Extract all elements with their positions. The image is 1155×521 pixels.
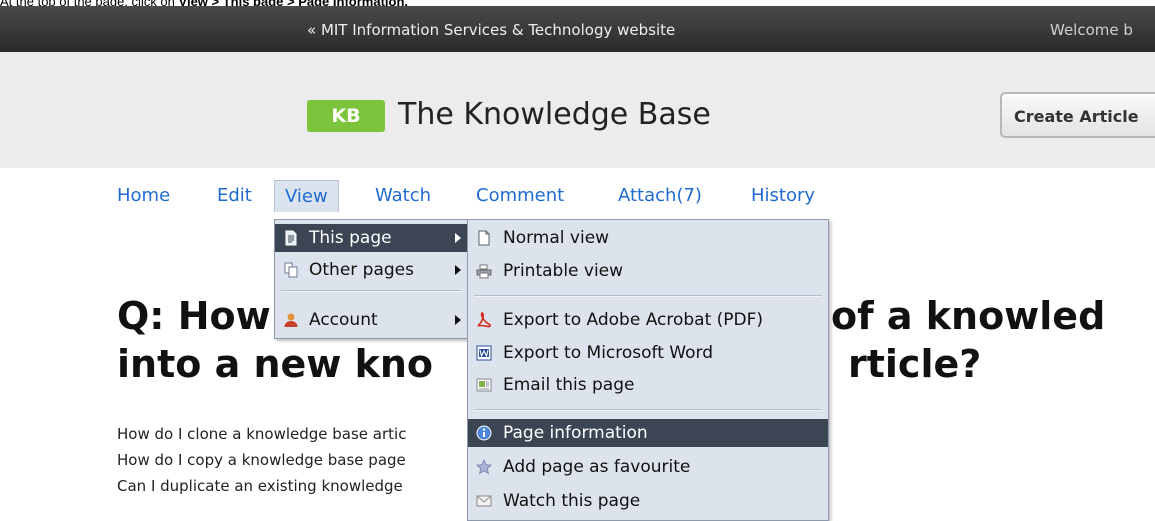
menu-item-printable-view[interactable]: Printable view xyxy=(468,257,828,285)
menu-item-label: Export to Microsoft Word xyxy=(503,343,713,363)
menu-separator xyxy=(281,290,461,292)
menu-item-label: Normal view xyxy=(503,228,610,248)
welcome-text: Welcome b xyxy=(1050,21,1133,39)
submenu-arrow-icon xyxy=(455,315,461,325)
menu-item-export-pdf[interactable]: Export to Adobe Acrobat (PDF) xyxy=(468,306,828,334)
title-line2-left: into a new kno xyxy=(117,342,434,386)
menu-item-label: Page information xyxy=(503,423,648,443)
submenu-arrow-icon xyxy=(455,233,461,243)
menu-item-label: Other pages xyxy=(309,260,414,280)
menu-item-page-information[interactable]: Page information xyxy=(468,419,828,447)
menu-item-label: Account xyxy=(309,310,378,330)
menu-item-label: Add page as favourite xyxy=(503,457,691,477)
menu-item-label: Export to Adobe Acrobat (PDF) xyxy=(503,310,764,330)
menu-item-this-page[interactable]: This page xyxy=(275,224,467,252)
user-icon xyxy=(284,313,298,327)
menu-separator xyxy=(474,409,822,411)
title-line1-right: of a knowled xyxy=(831,294,1106,338)
site-title[interactable]: The Knowledge Base xyxy=(398,97,711,132)
mit-ist-link[interactable]: « MIT Information Services & Technology … xyxy=(307,21,675,39)
pdf-icon xyxy=(477,312,491,328)
nav-edit[interactable]: Edit xyxy=(217,180,252,212)
pages-icon xyxy=(284,262,298,278)
title-line2-right: rticle? xyxy=(848,342,982,386)
nav-home[interactable]: Home xyxy=(117,180,170,212)
top-bar: « MIT Information Services & Technology … xyxy=(0,6,1155,52)
info-icon xyxy=(476,425,492,441)
menu-separator xyxy=(474,295,822,297)
star-icon xyxy=(476,459,492,475)
word-icon xyxy=(476,345,492,361)
body-line: How do I copy a knowledge base page xyxy=(117,451,406,469)
printer-icon xyxy=(476,264,492,279)
menu-item-normal-view[interactable]: Normal view xyxy=(468,224,828,252)
view-menu: This page Other pages Account xyxy=(274,219,468,339)
nav-watch[interactable]: Watch xyxy=(375,180,431,212)
menu-item-label: Email this page xyxy=(503,375,635,395)
kb-logo-badge[interactable]: KB xyxy=(307,100,385,132)
document-icon xyxy=(478,230,490,246)
menu-item-label: Watch this page xyxy=(503,491,641,511)
envelope-icon xyxy=(476,495,492,507)
menu-item-label: This page xyxy=(309,228,392,248)
submenu-arrow-icon xyxy=(455,265,461,275)
this-page-submenu: Normal view Printable view Export to Ado… xyxy=(467,219,829,521)
nav-comment[interactable]: Comment xyxy=(476,180,564,212)
body-line: Can I duplicate an existing knowledge xyxy=(117,477,403,495)
nav-history[interactable]: History xyxy=(751,180,815,212)
nav-attach[interactable]: Attach(7) xyxy=(618,180,702,212)
title-line1-left: Q: How xyxy=(117,294,271,338)
menu-item-watch-page[interactable]: Watch this page xyxy=(468,487,828,515)
page-icon xyxy=(285,230,297,246)
menu-item-other-pages[interactable]: Other pages xyxy=(275,256,467,284)
menu-item-add-favourite[interactable]: Add page as favourite xyxy=(468,453,828,481)
nav-view[interactable]: View xyxy=(274,180,339,212)
body-line: How do I clone a knowledge base artic xyxy=(117,425,407,443)
email-icon xyxy=(476,378,492,392)
menu-item-label: Printable view xyxy=(503,261,624,281)
menu-item-export-word[interactable]: Export to Microsoft Word xyxy=(468,339,828,367)
create-article-button[interactable]: Create Article xyxy=(1000,92,1155,138)
site-header: KB The Knowledge Base Create Article xyxy=(0,52,1155,168)
menu-item-email-page[interactable]: Email this page xyxy=(468,371,828,399)
menu-item-account[interactable]: Account xyxy=(275,306,467,334)
